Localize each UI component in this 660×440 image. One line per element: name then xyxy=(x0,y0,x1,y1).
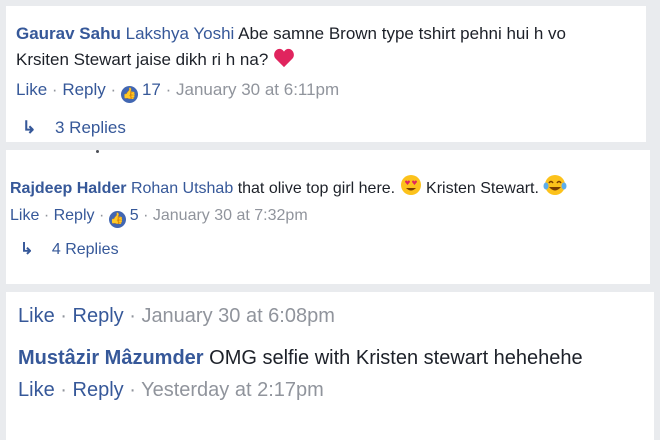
like-count[interactable]: 17 xyxy=(142,80,161,99)
comment-mention[interactable]: Rohan Utshab xyxy=(131,180,233,197)
comment-author[interactable]: Gaurav Sahu xyxy=(16,24,121,43)
comment-timestamp[interactable]: January 30 at 6:11pm xyxy=(176,80,339,99)
comment-timestamp[interactable]: January 30 at 6:08pm xyxy=(141,305,334,327)
comment-line: Krsiten Stewart jaise dikh ri h na? xyxy=(16,48,295,75)
like-count[interactable]: 5 xyxy=(130,207,139,224)
comment-timestamp[interactable]: January 30 at 7:32pm xyxy=(153,207,308,224)
comment-line: Gaurav Sahu Lakshya Yoshi Abe samne Brow… xyxy=(16,22,566,46)
comment-text: Kristen Stewart. xyxy=(426,180,539,197)
comment-actions: Like · Reply · January 30 at 6:08pm xyxy=(18,302,335,330)
separator: · xyxy=(60,379,67,401)
separator: · xyxy=(43,207,50,224)
reply-button[interactable]: Reply xyxy=(73,379,124,401)
thumbs-up-icon: 👍 xyxy=(108,211,126,228)
thumbs-up-icon: 👍 xyxy=(120,86,138,103)
laughing-tears-emoji-icon xyxy=(543,174,567,204)
separator: · xyxy=(165,80,172,99)
comment-text: OMG selfie with Kristen stewart hehehehe xyxy=(209,347,583,369)
comment-text: Abe samne Brown type tshirt pehni hui h … xyxy=(238,24,567,43)
reply-button[interactable]: Reply xyxy=(54,207,95,224)
separator: · xyxy=(110,80,117,99)
like-button[interactable]: Like xyxy=(18,379,55,401)
comment-author[interactable]: Rajdeep Halder xyxy=(10,180,126,197)
replies-count[interactable]: 3 Replies xyxy=(55,118,126,137)
comment-line: Mustâzir Mâzumder OMG selfie with Kriste… xyxy=(18,344,583,372)
comment-actions: Like · Reply · 👍 17 · January 30 at 6:11p… xyxy=(16,78,339,103)
comment-line: Rajdeep Halder Rohan Utshab that olive t… xyxy=(10,174,567,204)
separator: · xyxy=(98,207,105,224)
comment-author[interactable]: Mustâzir Mâzumder xyxy=(18,347,204,369)
divider-dot xyxy=(96,150,99,153)
comment-actions: Like · Reply · 👍 5 · January 30 at 7:32pm xyxy=(10,204,308,228)
separator: · xyxy=(60,305,67,327)
reply-button[interactable]: Reply xyxy=(73,305,124,327)
cut-off-text-fragment xyxy=(18,428,618,432)
like-button[interactable]: Like xyxy=(16,80,47,99)
reply-arrow-icon: ↳ xyxy=(22,118,37,137)
cut-off-comment xyxy=(18,418,618,432)
like-button[interactable]: Like xyxy=(18,305,55,327)
comment-panel-2: Rajdeep Halder Rohan Utshab that olive t… xyxy=(6,150,650,284)
separator: · xyxy=(129,305,136,327)
heart-eyes-emoji-icon xyxy=(400,174,422,204)
comment-panel-3: Like · Reply · January 30 at 6:08pm Must… xyxy=(6,292,654,440)
like-button[interactable]: Like xyxy=(10,207,39,224)
separator: · xyxy=(143,207,149,224)
separator: · xyxy=(129,379,136,401)
replies-count[interactable]: 4 Replies xyxy=(52,241,119,258)
view-replies-link[interactable]: ↳ 3 Replies xyxy=(22,116,126,140)
heart-icon xyxy=(273,48,295,75)
comment-timestamp[interactable]: Yesterday at 2:17pm xyxy=(141,379,324,401)
view-replies-link[interactable]: ↳ 4 Replies xyxy=(20,238,119,262)
comment-mention[interactable]: Lakshya Yoshi xyxy=(126,24,235,43)
reply-button[interactable]: Reply xyxy=(62,80,105,99)
separator: · xyxy=(51,80,58,99)
comment-text: that olive top girl here. xyxy=(237,180,396,197)
comment-panel-1: Gaurav Sahu Lakshya Yoshi Abe samne Brow… xyxy=(6,6,646,142)
reply-arrow-icon: ↳ xyxy=(20,241,34,258)
comment-actions: Like · Reply · Yesterday at 2:17pm xyxy=(18,376,324,404)
comment-text: Krsiten Stewart jaise dikh ri h na? xyxy=(16,50,269,69)
